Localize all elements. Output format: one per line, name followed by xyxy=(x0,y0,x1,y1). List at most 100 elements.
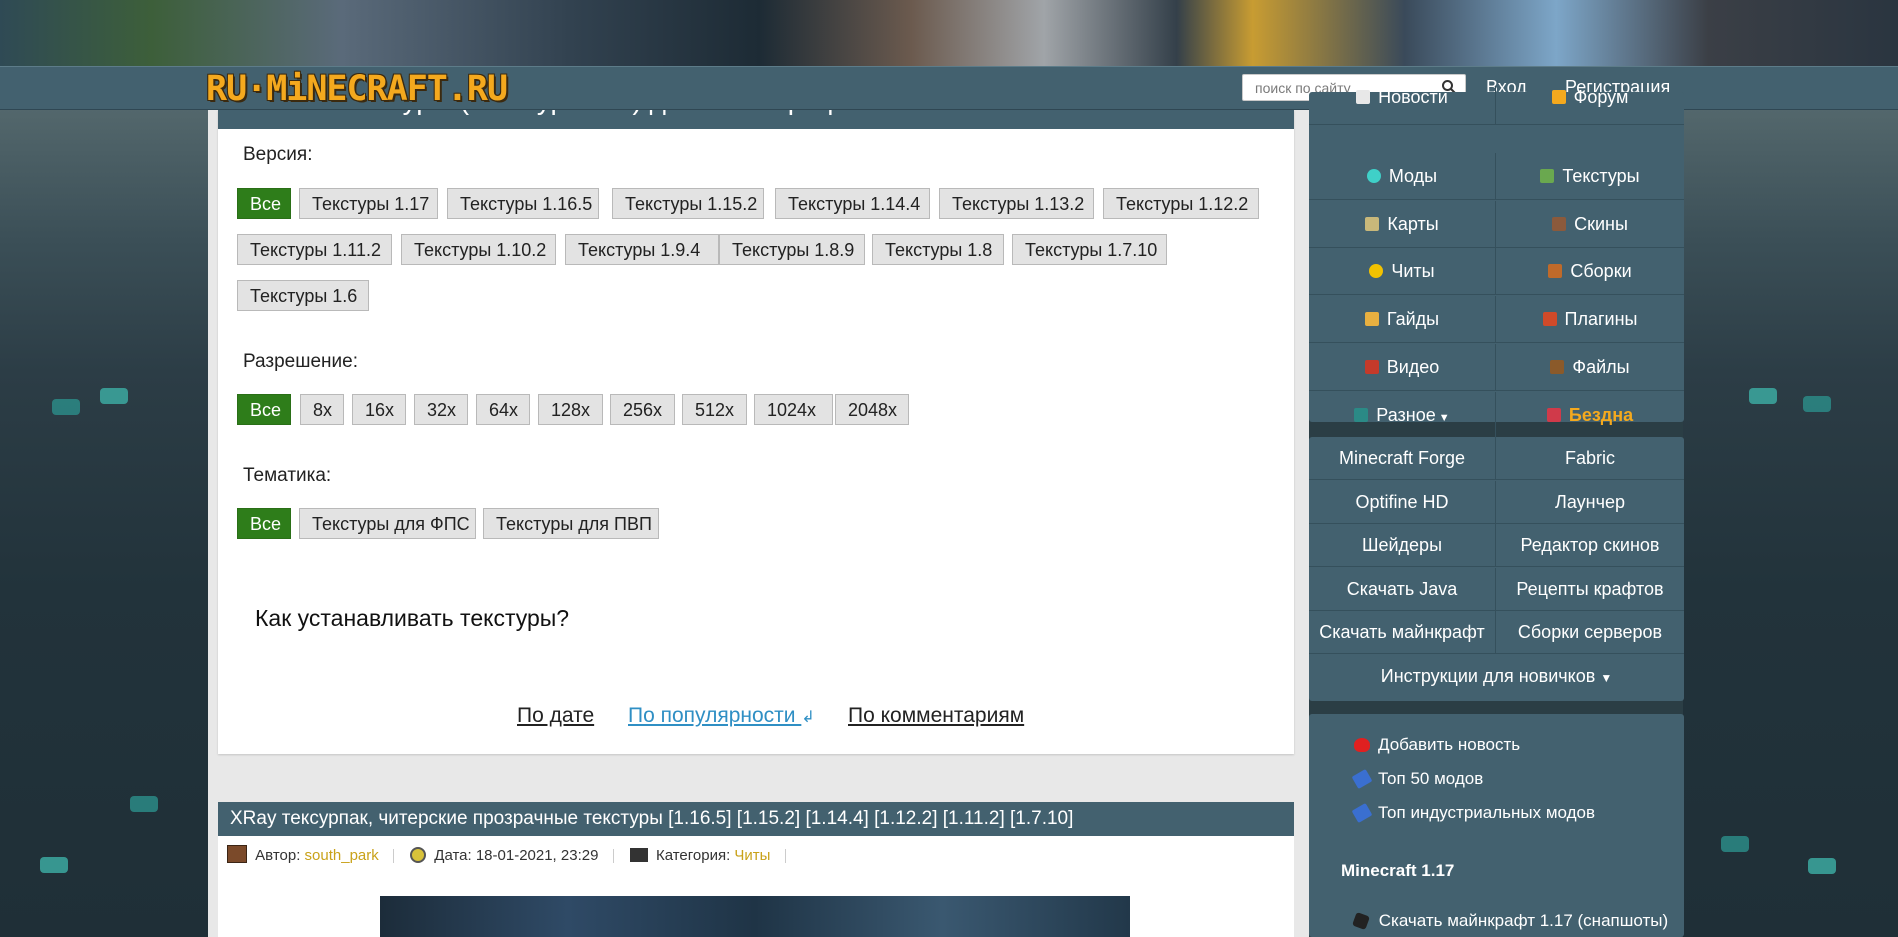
sidebar-link-left[interactable]: Скачать майнкрафт xyxy=(1309,611,1496,655)
menu-item-icon xyxy=(1356,90,1371,104)
sidebar-item-left[interactable]: Читы xyxy=(1309,248,1496,296)
sidebar-item-right[interactable]: Плагины xyxy=(1496,296,1684,344)
filter-all-button[interactable]: Все xyxy=(237,508,291,539)
sidebar-link-right[interactable]: Fabric xyxy=(1496,437,1684,480)
filter-tag-button[interactable]: 128x xyxy=(538,394,603,425)
sidebar-item-right[interactable]: Форум xyxy=(1496,86,1684,125)
menu-item-icon xyxy=(1369,264,1384,279)
sidebar-link-left[interactable]: Скачать Java xyxy=(1309,567,1496,611)
caret-down-icon: ▼ xyxy=(1600,671,1613,685)
sidebar-item-left[interactable]: Карты xyxy=(1309,200,1496,248)
filter-tag-button[interactable]: Текстуры 1.13.2 xyxy=(939,188,1094,219)
filter-tag-button[interactable]: Текстуры 1.15.2 xyxy=(612,188,764,219)
filter-tag-button[interactable]: 512x xyxy=(682,394,747,425)
author-link[interactable]: south_park xyxy=(305,847,379,864)
sidebar-item-label: Видео xyxy=(1386,357,1440,377)
article-thumbnail[interactable] xyxy=(380,896,1130,937)
sidebar-action[interactable]: Добавить новость xyxy=(1354,735,1520,755)
filter-tag-button[interactable]: 32x xyxy=(414,394,468,425)
heart-icon xyxy=(1354,738,1370,752)
sidebar-link-right[interactable]: Редактор скинов xyxy=(1496,524,1684,568)
sidebar-item-right[interactable]: Текстуры xyxy=(1496,153,1684,200)
divider xyxy=(784,849,786,864)
sidebar-action[interactable]: Топ индустриальных модов xyxy=(1351,802,1595,824)
filter-tag-button[interactable]: 16x xyxy=(352,394,406,425)
filter-tag-button[interactable]: Текстуры 1.14.4 xyxy=(775,188,930,219)
filter-tag-button[interactable]: Текстуры 1.17 xyxy=(299,188,438,219)
decor-block xyxy=(100,388,128,404)
sidebar-link-left[interactable]: Optifine HD xyxy=(1309,480,1496,524)
sidebar-link-left[interactable]: Шейдеры xyxy=(1309,524,1496,568)
sidebar-item-label: Скины xyxy=(1574,213,1628,234)
filter-tag-button[interactable]: Текстуры 1.8.9 xyxy=(719,234,865,265)
menu-item-icon xyxy=(1364,360,1379,374)
category-link[interactable]: Читы xyxy=(734,847,770,864)
decor-block xyxy=(1803,396,1831,412)
mc-download-link[interactable]: Скачать майнкрафт 1.17 (снапшоты) xyxy=(1352,911,1669,931)
filter-tag-button[interactable]: Текстуры 1.8 xyxy=(872,234,1004,265)
sidebar-link-right[interactable]: Сборки серверов xyxy=(1496,611,1684,655)
decor-block xyxy=(1721,836,1749,852)
sidebar-item-left[interactable]: Новости xyxy=(1309,86,1496,125)
filter-tag-button[interactable]: 8x xyxy=(300,394,344,425)
filter-tag-button[interactable]: 2048x xyxy=(835,394,909,425)
filter-tag-button[interactable]: Текстуры 1.6 xyxy=(237,280,369,311)
menu-item-icon xyxy=(1552,216,1567,231)
version-label: Версия: xyxy=(243,144,313,165)
filter-all-button[interactable]: Все xyxy=(237,188,291,219)
sidebar-item-label: Плагины xyxy=(1564,309,1638,330)
sidebar-item-right[interactable]: Скины xyxy=(1496,201,1684,248)
sidebar-action-label: Добавить новость xyxy=(1378,735,1521,754)
category-label: Категория: xyxy=(655,847,731,864)
sort-by-comments[interactable]: По комментариям xyxy=(848,704,1024,728)
newbie-menu[interactable]: Инструкции для новичков ▼ xyxy=(1309,655,1684,698)
filter-tag-button[interactable]: Текстуры для ПВП xyxy=(483,508,659,539)
mc-download-label: Скачать майнкрафт 1.17 (снапшоты) xyxy=(1378,911,1669,930)
site-logo[interactable]: RU·MiNECRAFT.RU xyxy=(206,70,508,108)
filter-tag-button[interactable]: 256x xyxy=(610,394,675,425)
filter-tag-button[interactable]: Текстуры 1.11.2 xyxy=(237,234,392,265)
filter-tag-button[interactable]: Текстуры 1.10.2 xyxy=(401,234,556,265)
decor-block xyxy=(40,857,68,873)
filter-tag-button[interactable]: Текстуры 1.9.4 xyxy=(565,234,719,265)
filter-tag-button[interactable]: Текстуры 1.7.10 xyxy=(1012,234,1167,265)
author-icon xyxy=(227,845,247,863)
howto-link[interactable]: Как устанавливать текстуры? xyxy=(255,605,569,632)
header-artwork xyxy=(0,0,1898,66)
sidebar-action[interactable]: Топ 50 модов xyxy=(1351,768,1483,790)
sidebar-item-left[interactable]: Разное ▼ xyxy=(1309,391,1496,439)
menu-item-icon xyxy=(1366,168,1381,183)
sort-by-date[interactable]: По дате xyxy=(517,704,594,728)
sidebar-item-right[interactable]: Файлы xyxy=(1496,344,1684,391)
menu-item-icon xyxy=(1540,168,1555,183)
menu-item-icon xyxy=(1546,407,1561,422)
article-title[interactable]: XRay тексурпак, читерские прозрачные тек… xyxy=(218,802,1294,836)
filter-all-button[interactable]: Все xyxy=(237,394,291,425)
sort-by-popularity[interactable]: По популярности ↲ xyxy=(628,704,815,728)
sidebar-item-label: Моды xyxy=(1388,165,1438,186)
category-icon xyxy=(629,848,648,862)
sidebar-link-right[interactable]: Рецепты крафтов xyxy=(1496,568,1684,611)
mc-version-heading: Minecraft 1.17 xyxy=(1341,861,1455,880)
sidebar-link-right[interactable]: Лаунчер xyxy=(1496,481,1684,524)
filter-tag-button[interactable]: 1024x xyxy=(754,394,833,425)
filter-tag-button[interactable]: Текстуры 1.12.2 xyxy=(1103,188,1259,219)
sidebar-item-right[interactable]: Сборки xyxy=(1496,248,1684,296)
sidebar-link-left[interactable]: Minecraft Forge xyxy=(1309,437,1496,480)
sidebar-item-left[interactable]: Видео xyxy=(1309,344,1496,391)
theme-label: Тематика: xyxy=(243,465,332,486)
sidebar-item-right[interactable]: Бездна xyxy=(1496,392,1684,439)
pickaxe-icon xyxy=(1351,768,1373,790)
sort-arrow-icon: ↲ xyxy=(801,709,815,726)
filter-tag-button[interactable]: 64x xyxy=(476,394,530,425)
sidebar-item-left[interactable]: Моды xyxy=(1309,152,1496,200)
decor-block xyxy=(1808,858,1836,874)
divider xyxy=(392,849,394,864)
filter-tag-button[interactable]: Текстуры для ФПС xyxy=(299,508,476,539)
obsidian-icon xyxy=(1352,912,1370,930)
sidebar-item-left[interactable]: Гайды xyxy=(1309,296,1496,344)
sidebar-item-label: Файлы xyxy=(1572,357,1630,377)
author-label: Автор: xyxy=(255,847,301,864)
decor-block xyxy=(1749,388,1777,404)
filter-tag-button[interactable]: Текстуры 1.16.5 xyxy=(447,188,599,219)
